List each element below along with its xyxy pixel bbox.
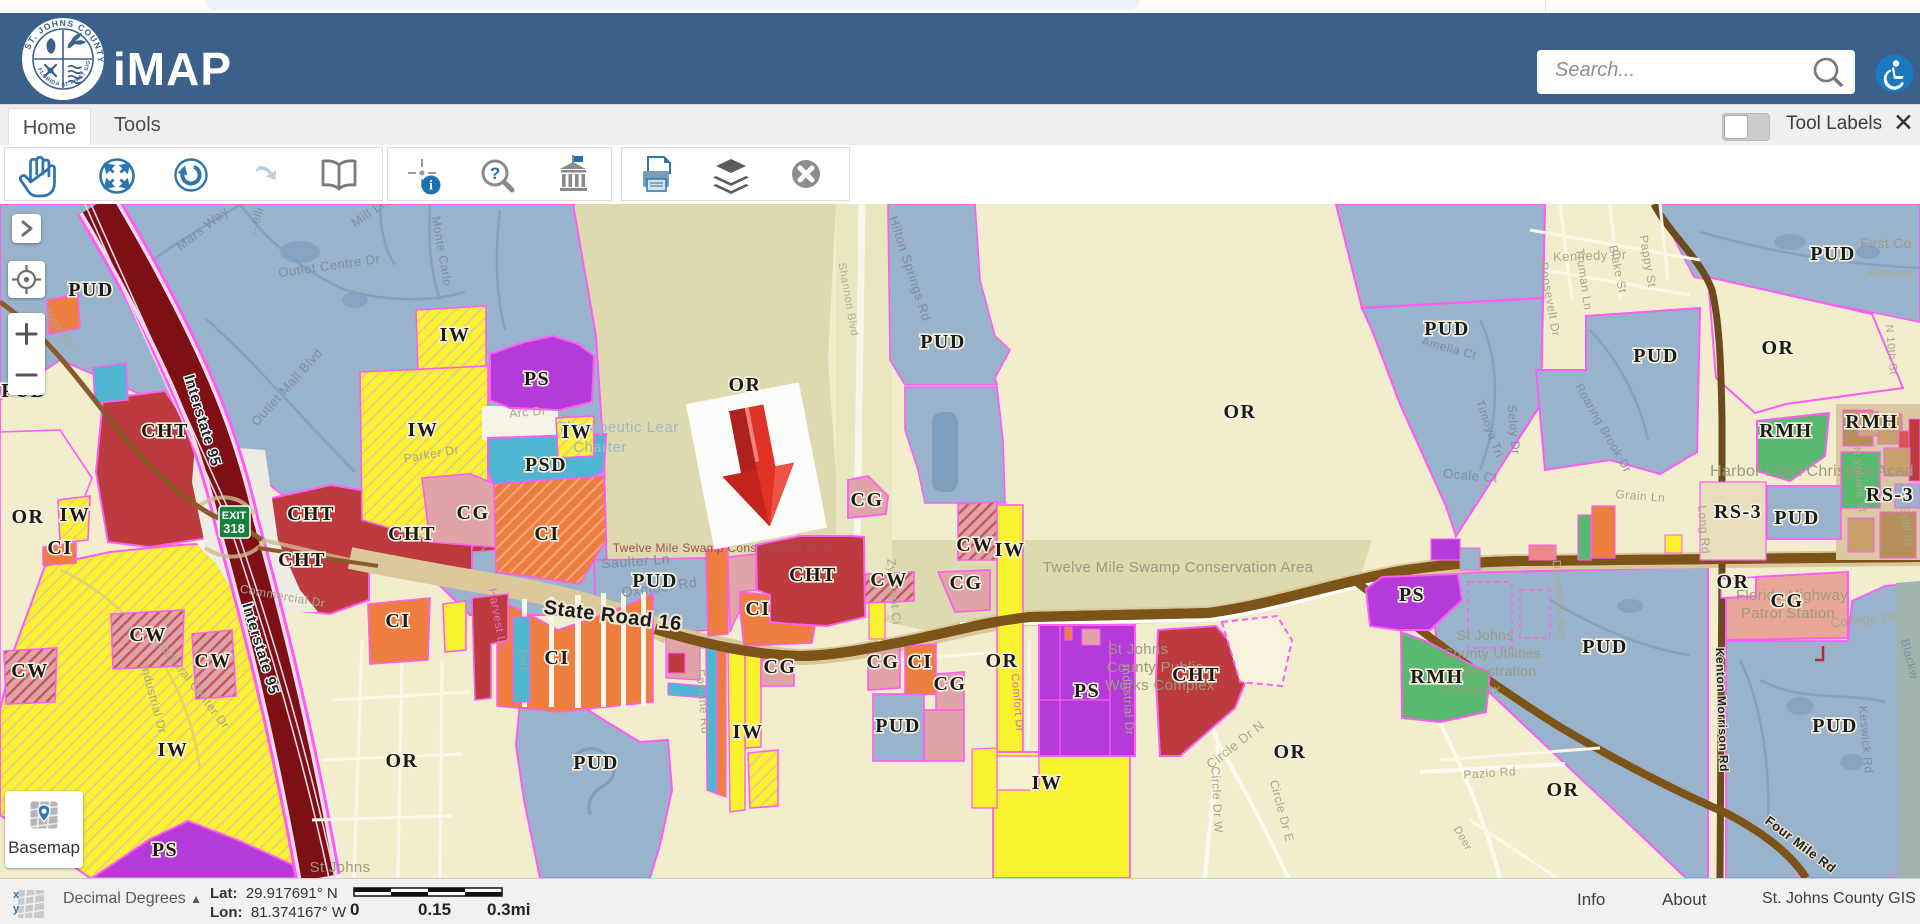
- svg-text:OR: OR: [1224, 401, 1257, 423]
- svg-text:PS: PS: [152, 839, 178, 861]
- svg-text:St Johns: St Johns: [1457, 627, 1514, 643]
- svg-text:St Johns: St Johns: [1108, 641, 1169, 658]
- svg-text:PS: PS: [524, 368, 550, 390]
- svg-text:y: y: [13, 903, 20, 915]
- svg-text:PUD: PUD: [632, 570, 678, 592]
- svg-text:CG: CG: [934, 673, 967, 695]
- svg-text:CW: CW: [956, 534, 993, 556]
- svg-text:IW: IW: [440, 324, 471, 346]
- svg-text:CHT: CHT: [287, 503, 335, 525]
- svg-text:PUD: PUD: [1812, 715, 1858, 737]
- svg-text:RS-3: RS-3: [1866, 484, 1914, 506]
- svg-text:RMH: RMH: [1410, 666, 1463, 688]
- svg-text:PSD: PSD: [525, 454, 567, 476]
- svg-text:OR: OR: [986, 650, 1019, 672]
- svg-text:CG: CG: [867, 651, 900, 673]
- svg-text:IW: IW: [60, 504, 91, 526]
- svg-text:CHT: CHT: [789, 564, 837, 586]
- svg-text:PUD: PUD: [573, 752, 619, 774]
- svg-text:CI: CI: [534, 523, 559, 545]
- svg-text:RMH: RMH: [1845, 411, 1898, 433]
- svg-text:PUD: PUD: [1633, 345, 1679, 367]
- svg-text:CHT: CHT: [278, 549, 326, 571]
- svg-text:OR: OR: [1547, 779, 1580, 801]
- svg-text:CG: CG: [851, 489, 884, 511]
- svg-text:CG: CG: [764, 656, 797, 678]
- svg-text:St Johns: St Johns: [310, 859, 371, 876]
- svg-text:318: 318: [223, 521, 245, 536]
- svg-text:CI: CI: [544, 647, 569, 669]
- svg-text:CHT: CHT: [1172, 664, 1220, 686]
- svg-text:CG: CG: [457, 502, 490, 524]
- svg-text:Twelve Mile Swamp Conservation: Twelve Mile Swamp Conservation Area: [1043, 559, 1314, 576]
- svg-text:RMH: RMH: [1759, 420, 1812, 442]
- svg-text:CW: CW: [870, 569, 907, 591]
- svg-text:Harbor Light Christian Acad: Harbor Light Christian Acad: [1710, 463, 1914, 480]
- svg-text:?: ?: [490, 164, 500, 183]
- svg-text:IW: IW: [408, 419, 439, 441]
- svg-text:IW: IW: [995, 539, 1026, 561]
- svg-text:PUD: PUD: [68, 279, 114, 301]
- svg-text:CI: CI: [907, 651, 932, 673]
- svg-text:PS: PS: [1074, 680, 1100, 702]
- svg-text:County Utilities: County Utilities: [1443, 645, 1541, 661]
- svg-text:IW: IW: [1032, 772, 1063, 794]
- svg-text:First Co: First Co: [1860, 235, 1911, 251]
- svg-text:Kennedy: Kennedy: [1867, 267, 1913, 279]
- svg-text:CG: CG: [950, 572, 983, 594]
- svg-text:IW: IW: [733, 721, 764, 743]
- svg-text:i: i: [429, 179, 433, 194]
- svg-text:PUD: PUD: [1810, 243, 1856, 265]
- svg-text:OR: OR: [1274, 741, 1307, 763]
- svg-text:RS-3: RS-3: [1714, 501, 1762, 523]
- svg-text:IW: IW: [562, 421, 593, 443]
- svg-text:PUD: PUD: [875, 715, 921, 737]
- svg-text:CI: CI: [47, 537, 72, 559]
- svg-text:Fort: Fort: [516, 648, 530, 671]
- svg-text:CG: CG: [1771, 590, 1804, 612]
- svg-text:CI: CI: [385, 610, 410, 632]
- svg-text:x: x: [13, 889, 20, 901]
- svg-text:CI: CI: [745, 598, 770, 620]
- svg-text:PUD: PUD: [920, 331, 966, 353]
- svg-text:PUD: PUD: [1424, 318, 1470, 340]
- svg-text:PS: PS: [1399, 584, 1425, 606]
- svg-text:PUD: PUD: [1774, 507, 1820, 529]
- svg-text:OR: OR: [386, 750, 419, 772]
- svg-text:CW: CW: [129, 624, 166, 646]
- svg-text:CW: CW: [194, 650, 231, 672]
- svg-text:OR: OR: [1762, 337, 1795, 359]
- svg-text:IW: IW: [158, 739, 189, 761]
- svg-text:CHT: CHT: [141, 420, 189, 442]
- svg-text:CHT: CHT: [388, 523, 436, 545]
- svg-text:PUD: PUD: [1582, 636, 1628, 658]
- svg-text:OR: OR: [12, 506, 45, 528]
- svg-text:OR: OR: [1717, 571, 1750, 593]
- svg-text:CW: CW: [11, 660, 48, 682]
